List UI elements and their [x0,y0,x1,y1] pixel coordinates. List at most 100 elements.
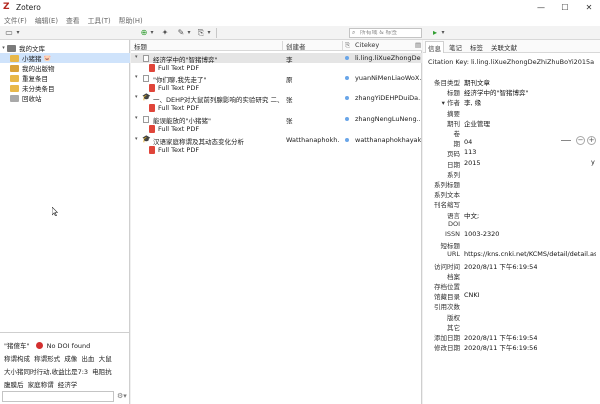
collection-my-publications[interactable]: 我的出版物 [0,63,130,73]
field-value[interactable]: CNKI [464,291,480,299]
attachment-row[interactable]: Full Text PDF [131,145,422,155]
attachment-title: Full Text PDF [158,64,200,72]
remove-creator-button[interactable]: − [576,136,585,145]
menu-view[interactable]: 查看 [66,15,80,25]
collection-xiaozhuzhu[interactable]: 小猪猪 🐷 [0,53,130,63]
locate-dropdown-icon[interactable]: ▾ [440,28,446,38]
attachment-title: Full Text PDF [158,146,200,154]
field-label: 语言 [447,212,460,220]
attachment-row[interactable]: Full Text PDF [131,63,422,73]
magic-wand-button[interactable]: ✦ [160,28,170,38]
collapse-icon[interactable]: ▾ [135,94,138,100]
field-value[interactable]: 2020/8/11 下午6:19:56 [464,342,537,352]
tag[interactable]: 经济学 [58,381,78,389]
menu-edit[interactable]: 编辑(E) [35,15,58,25]
tab-notes[interactable]: 笔记 [447,42,464,52]
field-value[interactable]: 企业管理 [464,118,490,128]
add-creator-button[interactable]: + [587,136,596,145]
field-label: 条目类型 [434,79,460,87]
library-icon [7,44,16,52]
collection-unfiled[interactable]: 未分类条目 [0,83,130,93]
field-value[interactable]: 经济学中的"智猪博弈" [464,87,528,97]
field-label: DOI [447,220,460,228]
pdf-icon [149,84,155,92]
column-creator[interactable]: 创建者 [286,41,306,51]
collapse-icon[interactable]: ▾ [135,136,138,142]
maximize-button[interactable]: ☐ [554,0,576,14]
field-value[interactable]: 期刊文章 [464,77,490,87]
attachment-row[interactable]: Full Text PDF [131,124,422,134]
field-label: 标题 [447,89,460,97]
tab-related[interactable]: 关联文献 [489,42,519,52]
menu-help[interactable]: 帮助(H) [119,15,143,25]
field-value[interactable]: 2020/8/11 下午6:19:54 [464,261,537,271]
attachment-row[interactable]: Full Text PDF [131,103,422,113]
collapse-icon[interactable]: ▾ [135,54,138,60]
attach-button[interactable]: ⎘ [196,28,206,38]
new-note-button[interactable]: ✎ [176,28,186,38]
field-value[interactable]: 1003-2320 [464,230,499,238]
item-row[interactable]: ▾ "你们聊,我先走了" 原 yuanNiMenLiaoWoX... [131,73,422,84]
new-note-dropdown-icon[interactable]: ▾ [186,28,192,38]
field-value[interactable]: 李, 缘 [464,97,481,107]
citation-key-value[interactable]: li.ling.liXueZhongDeZhiZhuBoYi2015a [471,58,594,66]
pdf-icon [149,104,155,112]
field-label: 卷 [453,130,461,138]
new-item-button[interactable]: ⊕ [139,28,149,38]
tag-actions-icon[interactable]: ⚙▾ [117,392,127,400]
tag[interactable]: 称谓构成 [4,355,30,363]
field-label: 摘要 [447,110,460,118]
locate-button[interactable]: ▸ [430,28,440,38]
column-citekey[interactable]: Citekey [355,41,379,49]
attachment-row[interactable]: Full Text PDF [131,83,422,93]
tag[interactable]: 成像 [64,355,77,363]
title-bar: Z Zotero [0,0,600,14]
tag[interactable]: 大鼠 [99,355,112,363]
minimize-button[interactable]: — [530,0,552,14]
item-row[interactable]: ▾ 🎓 一、DEHP对大鼠前列腺影响的实验研究 二、... 张 zhangYiD… [131,93,422,104]
tag[interactable]: No DOI found [47,342,91,350]
column-title[interactable]: 标题 [134,41,147,51]
tag[interactable]: 家庭称谓 [28,381,54,389]
field-value[interactable]: 113 [464,148,476,156]
close-button[interactable]: ✕ [578,0,600,14]
tab-tags[interactable]: 标签 [468,42,485,52]
new-collection-dropdown-icon[interactable]: ▾ [15,28,21,38]
field-value[interactable]: 2015 [464,159,481,167]
new-item-dropdown-icon[interactable]: ▾ [149,28,155,38]
collection-my-library[interactable]: ▾ 我的文库 [0,43,130,53]
item-citekey: zhangYiDEHPDuiDa... [355,94,421,102]
tag[interactable]: 称谓形式 [34,355,60,363]
item-row[interactable]: ▾ 经济学中的"智猪博弈" 李 li.ling.liXueZhongDe... [131,53,422,64]
item-row[interactable]: ▾ 🎓 汉语家庭称谓及其动态变化分析 Watthanaphokh... watt… [131,135,422,146]
search-input[interactable] [360,30,420,36]
collection-duplicates[interactable]: 重复条目 [0,73,130,83]
collapse-icon[interactable]: ▾ [135,74,138,80]
tag[interactable]: "猪傻车" [4,342,29,350]
pdf-icon [149,146,155,154]
menu-tools[interactable]: 工具(T) [88,15,111,25]
collapse-icon[interactable]: ▾ [0,45,7,51]
field-label: 修改日期 [434,344,460,352]
attach-dropdown-icon[interactable]: ▾ [206,28,212,38]
field-value[interactable]: 2020/8/11 下午6:19:54 [464,332,537,342]
tag[interactable]: 电阻抗 [92,368,112,376]
field-value[interactable]: https://kns.cnki.net/KCMS/detail/detail.… [464,250,596,258]
tag[interactable]: 出血 [81,355,94,363]
tag[interactable]: 腹膜后 [4,381,24,389]
collection-trash[interactable]: 回收站 [0,93,130,103]
collapse-icon[interactable]: ▾ [135,115,138,121]
field-value[interactable]: 04 [464,138,472,146]
tag[interactable]: 大小猪同时行动,收益比是7:3 [4,368,88,376]
new-collection-button[interactable]: ▭ [4,28,14,38]
tag-filter-input[interactable] [2,391,114,402]
pdf-icon [149,64,155,72]
item-row[interactable]: ▾ 能误能放的"小猪猪" 张 zhangNengLuNeng... [131,114,422,125]
attachment-column-icon[interactable]: ⎘ [345,41,350,50]
column-picker-icon[interactable]: ▤ [415,41,421,49]
search-icon[interactable]: ⌕ [352,29,360,37]
field-value[interactable]: 中文; [464,210,479,220]
menu-file[interactable]: 文件(F) [4,15,27,25]
tab-info[interactable]: 信息 [425,41,444,53]
collections-pane: ▾ 我的文库 小猪猪 🐷 我的出版物 重复条目 未分类条目 回收站 [0,40,130,332]
